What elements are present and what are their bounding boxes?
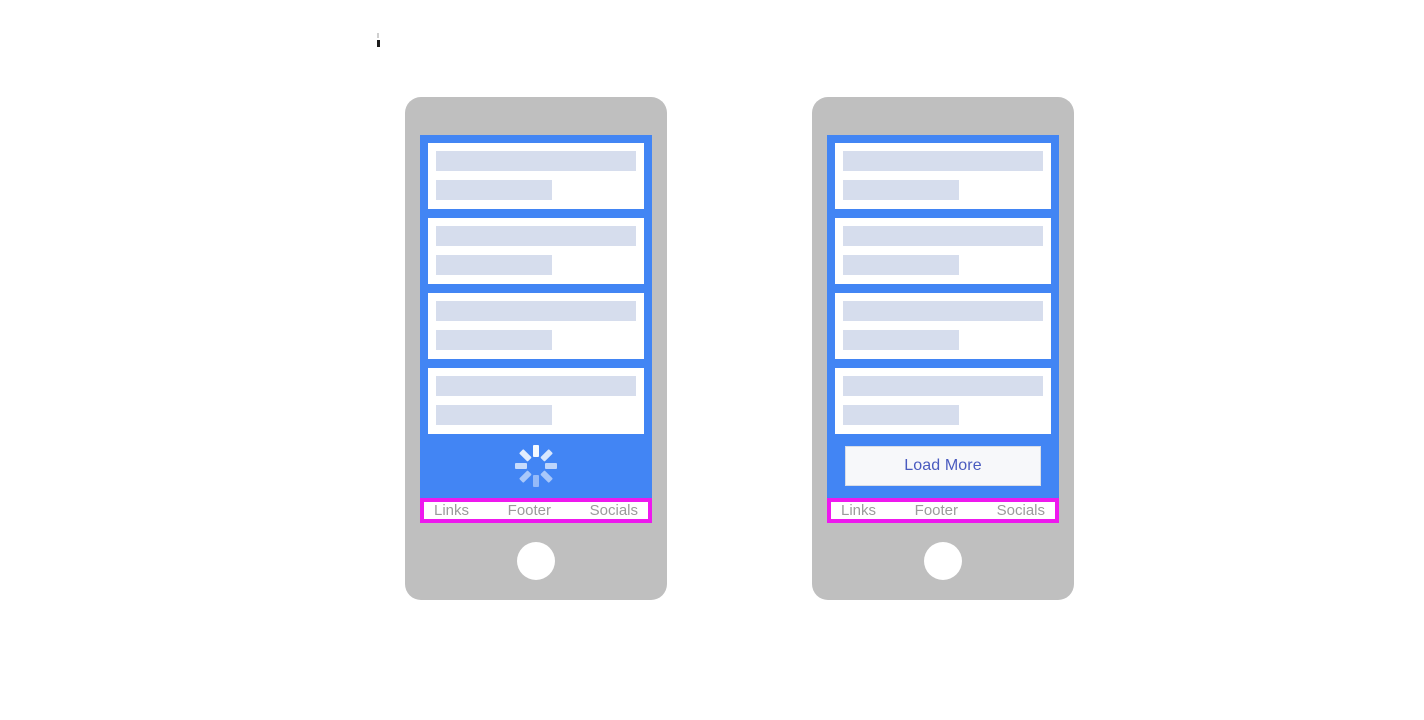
skeleton-title-bar (843, 151, 1043, 171)
footer-bar: Links Footer Socials (827, 498, 1059, 523)
footer-link-links[interactable]: Links (434, 502, 469, 519)
footer-link-footer[interactable]: Footer (508, 502, 551, 519)
caret-tick (377, 33, 379, 38)
skeleton-card[interactable] (835, 218, 1051, 284)
skeleton-subtitle-bar (843, 180, 959, 200)
skeleton-title-bar (843, 226, 1043, 246)
skeleton-card[interactable] (835, 143, 1051, 209)
skeleton-subtitle-bar (843, 255, 959, 275)
phone-screen-loading: Links Footer Socials (420, 135, 652, 523)
skeleton-subtitle-bar (436, 405, 552, 425)
loading-spinner-icon (513, 443, 559, 489)
text-caret-artifact (377, 33, 380, 47)
footer-link-socials[interactable]: Socials (997, 502, 1045, 519)
skeleton-subtitle-bar (843, 330, 959, 350)
skeleton-title-bar (436, 301, 636, 321)
footer-bar: Links Footer Socials (420, 498, 652, 523)
skeleton-subtitle-bar (843, 405, 959, 425)
skeleton-subtitle-bar (436, 330, 552, 350)
skeleton-title-bar (436, 376, 636, 396)
loading-action-area (428, 434, 644, 498)
skeleton-title-bar (843, 301, 1043, 321)
skeleton-card[interactable] (835, 368, 1051, 434)
skeleton-card[interactable] (428, 368, 644, 434)
footer-link-footer[interactable]: Footer (915, 502, 958, 519)
home-button[interactable] (517, 542, 555, 580)
skeleton-card-list (428, 143, 644, 434)
skeleton-title-bar (436, 226, 636, 246)
skeleton-card[interactable] (428, 218, 644, 284)
phone-mockup-loading: Links Footer Socials (405, 97, 667, 600)
footer-link-links[interactable]: Links (841, 502, 876, 519)
load-more-button[interactable]: Load More (845, 446, 1041, 486)
skeleton-subtitle-bar (436, 255, 552, 275)
skeleton-card[interactable] (428, 293, 644, 359)
footer-link-socials[interactable]: Socials (590, 502, 638, 519)
phone-mockup-load-more: Load More Links Footer Socials (812, 97, 1074, 600)
home-button[interactable] (924, 542, 962, 580)
skeleton-title-bar (843, 376, 1043, 396)
skeleton-subtitle-bar (436, 180, 552, 200)
skeleton-card-list (835, 143, 1051, 434)
skeleton-title-bar (436, 151, 636, 171)
skeleton-card[interactable] (428, 143, 644, 209)
page-canvas: Links Footer Socials Load More Links Foo… (0, 0, 1424, 720)
skeleton-card[interactable] (835, 293, 1051, 359)
phone-screen-load-more: Load More Links Footer Socials (827, 135, 1059, 523)
load-more-action-area: Load More (835, 434, 1051, 498)
caret-blob (377, 40, 380, 47)
